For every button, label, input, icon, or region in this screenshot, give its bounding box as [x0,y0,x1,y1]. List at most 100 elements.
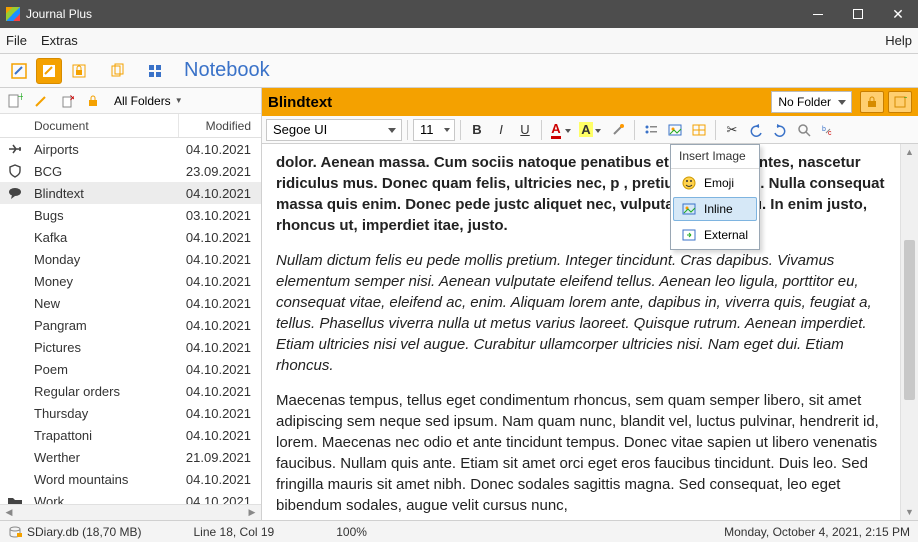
window-titlebar: Journal Plus ✕ [0,0,918,28]
doclist-row[interactable]: Monday04.10.2021 [0,248,261,270]
doclist-row[interactable]: Blindtext04.10.2021 [0,182,261,204]
toolbar-copy-button[interactable] [104,58,130,84]
doc-title-row: Blindtext No Folder ＋ [262,88,918,116]
doclist-row[interactable]: Poem04.10.2021 [0,358,261,380]
maximize-button[interactable] [838,0,878,28]
row-name: Pictures [30,340,179,355]
window-title: Journal Plus [26,7,798,21]
title-add-button[interactable]: ＋ [888,91,912,113]
app-toolbar: Notebook [0,54,918,88]
row-name: Werther [30,450,179,465]
undo-button[interactable] [745,119,767,141]
row-icon [0,164,30,178]
status-db: SDiary.db (18,70 MB) [27,525,142,539]
status-datetime: Monday, October 4, 2021, 2:15 PM [724,525,910,539]
scroll-right-icon[interactable]: ▶ [245,507,259,519]
italic-button[interactable]: I [490,119,512,141]
doclist-row[interactable]: Word mountains04.10.2021 [0,468,261,490]
edit-doc-button[interactable] [30,91,52,111]
folder-filter-dropdown[interactable]: All Folders ▼ [114,94,183,108]
font-color-button[interactable]: A [547,119,575,141]
font-family-select[interactable]: Segoe UI [266,119,402,141]
scroll-up-icon[interactable]: ▲ [901,144,918,160]
text-editor[interactable]: dolor. Aenean massa. Cum sociis natoque … [262,144,900,520]
new-doc-button[interactable]: ＋ [4,91,26,111]
bold-button[interactable]: B [466,119,488,141]
popup-item-inline[interactable]: Inline [673,197,757,221]
row-icon [0,142,30,156]
doclist-header: Document Modified [0,114,261,138]
sidebar-hscrollbar[interactable]: ◀ ▶ [0,504,261,520]
notebook-heading: Notebook [184,59,270,82]
row-modified: 04.10.2021 [179,494,261,505]
popup-label: External [704,228,748,242]
bullet-list-button[interactable] [640,119,662,141]
menu-help[interactable]: Help [885,33,912,48]
row-modified: 04.10.2021 [179,428,261,443]
insert-image-button[interactable] [664,119,686,141]
editor-paragraph: dolor. Aenean massa. Cum sociis natoque … [276,152,886,236]
replace-button[interactable]: bc [817,119,839,141]
toolbar-grid-button[interactable] [142,58,168,84]
doclist-row[interactable]: Regular orders04.10.2021 [0,380,261,402]
clear-format-button[interactable] [607,119,629,141]
menu-file[interactable]: File [6,33,27,48]
row-modified: 04.10.2021 [179,340,261,355]
row-name: Work [30,494,179,505]
doclist-row[interactable]: Trapattoni04.10.2021 [0,424,261,446]
toolbar-lock-button[interactable] [66,58,92,84]
toolbar-note-button[interactable] [36,58,62,84]
row-name: BCG [30,164,179,179]
delete-doc-button[interactable]: ✕ [56,91,78,111]
format-toolbar: Segoe UI 11 B I U A A ✂ bc [262,116,918,144]
row-name: Trapattoni [30,428,179,443]
title-lock-button[interactable] [860,91,884,113]
toolbar-edit-button[interactable] [6,58,32,84]
cut-button[interactable]: ✂ [721,119,743,141]
doclist-row[interactable]: Bugs03.10.2021 [0,204,261,226]
lock-doc-button[interactable] [82,91,104,111]
doc-folder-label: No Folder [778,95,831,109]
doclist-row[interactable]: Werther21.09.2021 [0,446,261,468]
scroll-down-icon[interactable]: ▼ [901,504,918,520]
scroll-left-icon[interactable]: ◀ [2,507,16,519]
close-button[interactable]: ✕ [878,0,918,28]
doclist-row[interactable]: BCG23.09.2021 [0,160,261,182]
find-button[interactable] [793,119,815,141]
doclist-row[interactable]: New04.10.2021 [0,292,261,314]
doclist-row[interactable]: Kafka04.10.2021 [0,226,261,248]
popup-item-external[interactable]: External [673,223,757,247]
row-modified: 23.09.2021 [179,164,261,179]
doclist-row[interactable]: Thursday04.10.2021 [0,402,261,424]
doclist-row[interactable]: Airports04.10.2021 [0,138,261,160]
row-modified: 04.10.2021 [179,252,261,267]
row-name: Airports [30,142,179,157]
row-modified: 04.10.2021 [179,318,261,333]
highlight-button[interactable]: A [577,119,605,141]
scroll-thumb[interactable] [904,240,915,400]
doclist-row[interactable]: Money04.10.2021 [0,270,261,292]
col-modified[interactable]: Modified [179,114,261,137]
col-document[interactable]: Document [30,114,179,137]
font-size-select[interactable]: 11 [413,119,455,141]
minimize-button[interactable] [798,0,838,28]
underline-button[interactable]: U [514,119,536,141]
doclist-row[interactable]: Pangram04.10.2021 [0,314,261,336]
redo-button[interactable] [769,119,791,141]
insert-table-button[interactable] [688,119,710,141]
doc-folder-select[interactable]: No Folder [771,91,852,113]
row-modified: 04.10.2021 [179,230,261,245]
row-icon [0,186,30,200]
row-modified: 04.10.2021 [179,186,261,201]
menu-extras[interactable]: Extras [41,33,78,48]
row-modified: 04.10.2021 [179,296,261,311]
row-modified: 04.10.2021 [179,406,261,421]
database-icon [8,525,22,539]
doclist-row[interactable]: Pictures04.10.2021 [0,336,261,358]
doclist-row[interactable]: Work04.10.2021 [0,490,261,504]
editor-paragraph: Nullam dictum felis eu pede mollis preti… [276,250,886,376]
row-name: Regular orders [30,384,179,399]
row-modified: 03.10.2021 [179,208,261,223]
editor-vscrollbar[interactable]: ▲ ▼ [900,144,918,520]
popup-item-emoji[interactable]: Emoji [673,171,757,195]
